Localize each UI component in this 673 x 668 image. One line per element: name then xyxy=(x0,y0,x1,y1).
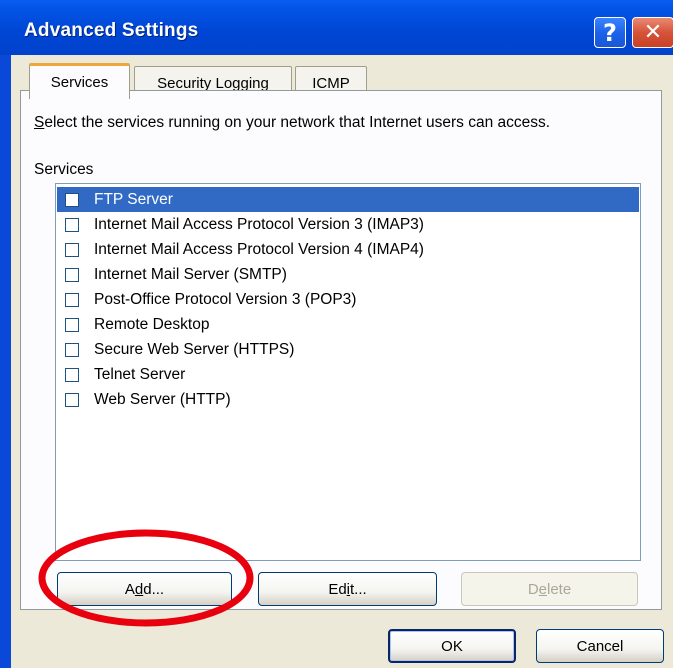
service-label: FTP Server xyxy=(94,190,173,208)
cancel-button[interactable]: Cancel xyxy=(536,629,664,663)
advanced-settings-window: Advanced Settings ? ✕ Services Security … xyxy=(0,0,673,668)
services-list-label: Services xyxy=(34,161,94,178)
service-checkbox[interactable] xyxy=(65,242,79,257)
service-checkbox[interactable] xyxy=(65,217,79,232)
service-item-smtp[interactable]: Internet Mail Server (SMTP) xyxy=(57,262,639,287)
close-button[interactable]: ✕ xyxy=(632,17,673,48)
service-label: Web Server (HTTP) xyxy=(94,390,231,408)
tab-icmp-label: ICMP xyxy=(312,74,350,92)
add-button[interactable]: Add... xyxy=(57,572,232,606)
service-label: Remote Desktop xyxy=(94,315,210,333)
service-item-imap4[interactable]: Internet Mail Access Protocol Version 4 … xyxy=(57,237,639,262)
close-icon: ✕ xyxy=(643,20,663,45)
tab-services-label: Services xyxy=(50,74,109,91)
service-checkbox[interactable] xyxy=(65,367,79,382)
instruction-rest: elect the services running on your netwo… xyxy=(44,114,551,131)
edit-button-label: Edit... xyxy=(328,580,367,598)
service-item-imap3[interactable]: Internet Mail Access Protocol Version 3 … xyxy=(57,212,639,237)
services-listbox[interactable]: FTP Server Internet Mail Access Protocol… xyxy=(55,183,641,561)
ok-button[interactable]: OK xyxy=(388,629,516,663)
service-checkbox[interactable] xyxy=(65,292,79,307)
service-checkbox[interactable] xyxy=(65,392,79,407)
service-item-https[interactable]: Secure Web Server (HTTPS) xyxy=(57,337,639,362)
service-checkbox[interactable] xyxy=(65,192,79,207)
service-label: Telnet Server xyxy=(94,365,186,383)
service-item-remote-desktop[interactable]: Remote Desktop xyxy=(57,312,639,337)
service-label: Internet Mail Access Protocol Version 3 … xyxy=(94,215,424,233)
service-label: Internet Mail Server (SMTP) xyxy=(94,265,287,283)
instruction-text: Select the services running on your netw… xyxy=(34,114,644,132)
title-bar[interactable]: Advanced Settings ? ✕ xyxy=(0,0,673,55)
service-checkbox[interactable] xyxy=(65,267,79,282)
tab-security-logging-label: Security Logging xyxy=(157,74,269,92)
help-button[interactable]: ? xyxy=(594,17,626,48)
service-item-pop3[interactable]: Post-Office Protocol Version 3 (POP3) xyxy=(57,287,639,312)
add-button-label: Add... xyxy=(124,580,165,598)
edit-button[interactable]: Edit... xyxy=(258,572,437,606)
instruction-mnemonic: S xyxy=(34,114,45,131)
service-item-telnet[interactable]: Telnet Server xyxy=(57,362,639,387)
service-item-http[interactable]: Web Server (HTTP) xyxy=(57,387,639,412)
delete-button-label: Delete xyxy=(527,580,572,598)
tab-services[interactable]: Services xyxy=(29,63,130,99)
ok-button-label: OK xyxy=(441,637,463,655)
cancel-button-label: Cancel xyxy=(576,637,624,655)
service-checkbox[interactable] xyxy=(65,342,79,357)
help-icon: ? xyxy=(603,18,617,47)
service-label: Post-Office Protocol Version 3 (POP3) xyxy=(94,290,357,308)
service-item-ftp-server[interactable]: FTP Server xyxy=(57,187,639,212)
service-label: Internet Mail Access Protocol Version 4 … xyxy=(94,240,424,258)
service-checkbox[interactable] xyxy=(65,317,79,332)
delete-button[interactable]: Delete xyxy=(461,572,638,606)
service-label: Secure Web Server (HTTPS) xyxy=(94,340,295,358)
window-title: Advanced Settings xyxy=(24,20,199,41)
